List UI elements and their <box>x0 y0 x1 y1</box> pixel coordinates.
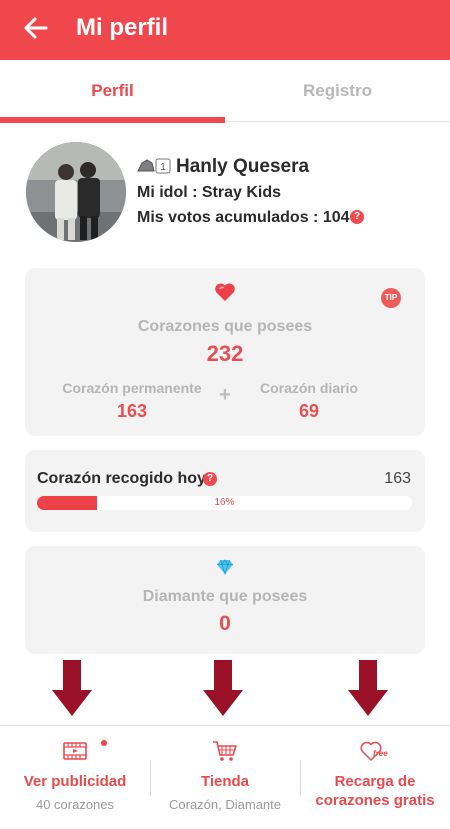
page-title: Mi perfil <box>76 14 169 41</box>
level-number: 1 <box>160 162 166 173</box>
tab-bar: Perfil Registro <box>0 60 450 123</box>
cart-icon <box>213 741 237 761</box>
watch-ads-reward: 40 corazones <box>35 797 115 812</box>
hearts-today-value: 163 <box>384 470 411 487</box>
free-hearts-button[interactable]: free Recarga de corazones gratis <box>300 726 450 829</box>
hearts-today-label: Corazón recogido hoy <box>37 470 206 487</box>
hearts-today-card: Corazón recogido hoy ? 163 16% <box>25 450 425 532</box>
progress-percent: 16% <box>214 497 235 508</box>
daily-heart-label: Corazón diario <box>259 380 358 396</box>
daily-heart-value: 69 <box>298 401 320 421</box>
watch-ads-button[interactable]: Ver publicidad 40 corazones <box>0 726 150 829</box>
votes-help-icon[interactable]: ? <box>350 210 364 224</box>
tab-log[interactable]: Registro <box>225 60 450 122</box>
app-header: Mi perfil <box>0 0 450 60</box>
store-button[interactable]: Tienda Corazón, Diamante <box>150 726 300 829</box>
diamond-owned-label: Diamante que posees <box>142 588 308 605</box>
permanent-heart-label: Corazón permanente <box>62 380 202 396</box>
free-heart-icon: free <box>360 741 388 762</box>
diamond-owned-value: 0 <box>219 612 231 635</box>
down-arrow-icon <box>203 660 243 716</box>
level-badge-icon: 1 <box>137 158 171 174</box>
plus-sign: + <box>219 384 231 406</box>
svg-text:free: free <box>373 749 388 758</box>
user-name: Hanly Quesera <box>176 156 310 177</box>
free-hearts-label: Recarga de corazones gratis <box>315 773 435 809</box>
store-items: Corazón, Diamante <box>169 797 281 812</box>
permanent-heart-value: 163 <box>116 401 148 421</box>
accumulated-votes: Mis votos acumulados : 104 <box>137 209 350 226</box>
hearts-card: TIP Corazones que posees 232 Corazón per… <box>25 268 425 436</box>
video-icon <box>63 742 87 760</box>
down-arrow-icon <box>52 660 92 716</box>
hearts-today-help-icon[interactable]: ? <box>203 472 217 486</box>
idol-line: Mi idol : Stray Kids <box>137 184 282 201</box>
heart-icon <box>215 283 235 301</box>
watch-ads-label: Ver publicidad <box>23 773 127 790</box>
tab-profile[interactable]: Perfil <box>0 60 225 123</box>
hearts-owned-value: 232 <box>206 341 244 366</box>
tip-badge[interactable]: TIP <box>381 288 401 308</box>
store-label: Tienda <box>200 773 250 790</box>
diamond-card: Diamante que posees 0 <box>25 546 425 654</box>
diamond-icon <box>217 559 233 575</box>
avatar <box>26 142 126 242</box>
back-arrow-icon[interactable] <box>22 14 50 42</box>
hearts-today-progress: 16% <box>37 496 412 510</box>
down-arrow-icon <box>348 660 388 716</box>
hearts-owned-label: Corazones que posees <box>137 318 313 335</box>
bottom-action-bar: Ver publicidad 40 corazones Tienda Coraz… <box>0 725 450 829</box>
notification-dot <box>101 740 107 746</box>
